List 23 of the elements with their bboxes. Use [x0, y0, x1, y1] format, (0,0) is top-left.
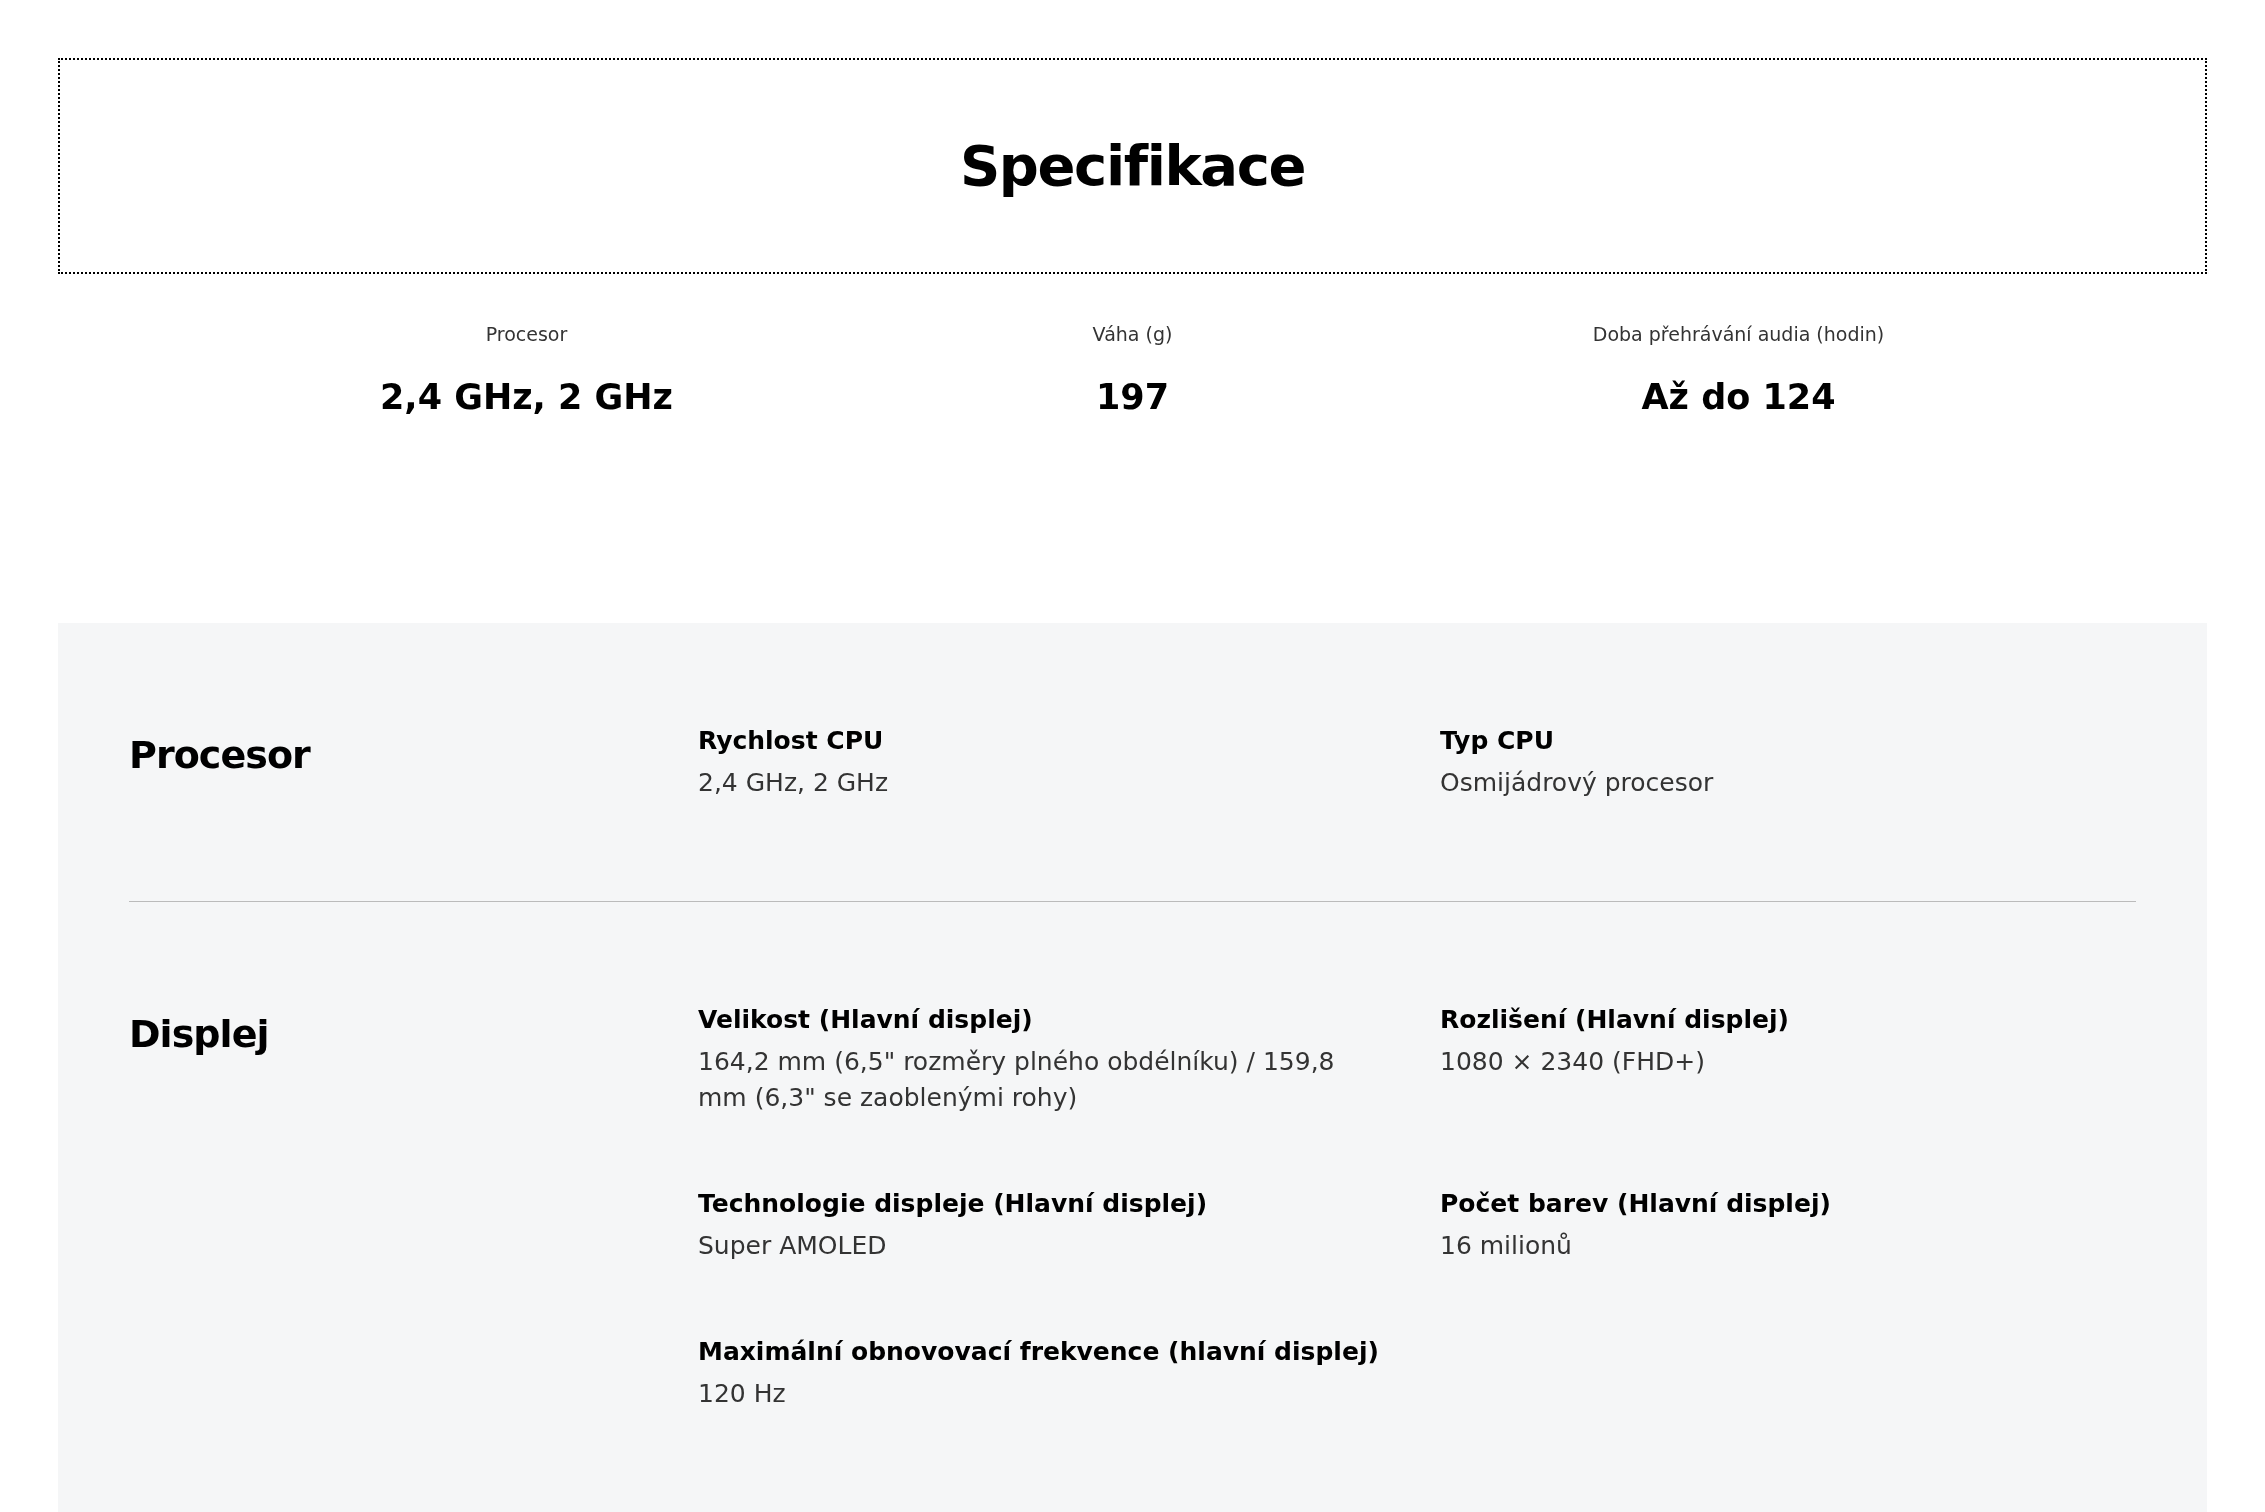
highlight-value: 197 [1095, 375, 1170, 419]
spec-label: Technologie displeje (Hlavní displej) [698, 1188, 1209, 1220]
spec-value: 1080 × 2340 (FHD+) [1440, 1046, 1706, 1078]
spec-label: Velikost (Hlavní displej) [698, 1004, 1034, 1036]
spec-value: Osmijádrový procesor [1440, 767, 1715, 799]
spec-value: 120 Hz [698, 1378, 787, 1410]
section-title: Displej [129, 1011, 270, 1058]
highlight-label: Váha (g) [1092, 322, 1173, 347]
spec-value: Super AMOLED [698, 1230, 888, 1262]
spec-value: 16 milionů [1440, 1230, 1573, 1262]
spec-label: Maximální obnovovací frekvence (hlavní displej) [698, 1336, 1380, 1368]
spec-label: Typ CPU [1440, 725, 1555, 757]
highlight-value: Až do 124 [1641, 375, 1836, 419]
highlight-label: Procesor [485, 322, 568, 347]
spec-label: Rozlišení (Hlavní displej) [1440, 1004, 1790, 1036]
spec-label: Počet barev (Hlavní displej) [1440, 1188, 1832, 1220]
spec-label: Rychlost CPU [698, 725, 885, 757]
page-title: Specifikace [959, 132, 1306, 200]
spec-value: 2,4 GHz, 2 GHz [698, 767, 890, 799]
section-title: Procesor [129, 732, 312, 779]
spec-value: 164,2 mm (6,5" rozměry plného obdélníku) / 159,8 mm (6,3" se zaoblenými rohy) [698, 1046, 1336, 1114]
highlight-value: 2,4 GHz, 2 GHz [380, 375, 673, 419]
highlight-label: Doba přehrávání audia (hodin) [1592, 322, 1885, 347]
